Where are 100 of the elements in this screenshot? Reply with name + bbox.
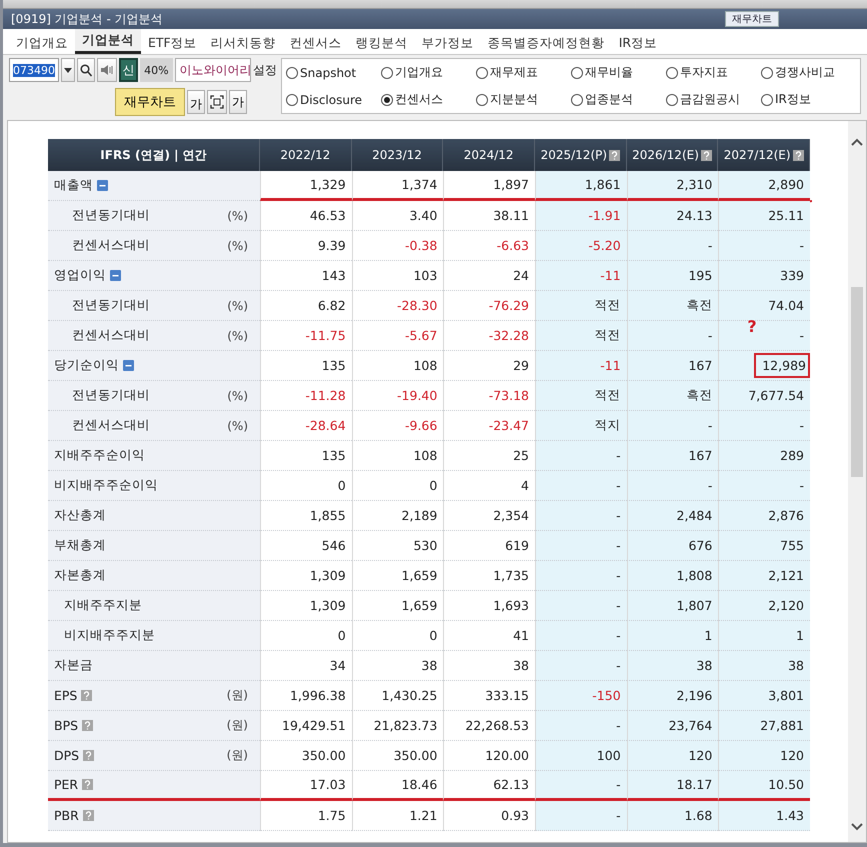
font-button[interactable]: 가 bbox=[187, 90, 205, 114]
collapse-icon[interactable] bbox=[123, 360, 134, 371]
unit-label: (%) bbox=[227, 238, 248, 252]
help-icon[interactable] bbox=[700, 150, 712, 160]
row-label: PER bbox=[54, 777, 78, 792]
value-text: 19,429.51 bbox=[282, 718, 346, 733]
tab[interactable]: 부가정보 bbox=[414, 32, 481, 54]
view-radio[interactable]: 업종분석 bbox=[571, 91, 666, 108]
value-text: - bbox=[799, 238, 804, 253]
value-text: 1 bbox=[704, 628, 712, 643]
value-text: -6.63 bbox=[496, 238, 529, 253]
value-text: - bbox=[616, 568, 621, 583]
view-radio[interactable]: Snapshot bbox=[286, 66, 381, 80]
column-header: 2024/12 bbox=[443, 139, 535, 171]
help-icon[interactable] bbox=[792, 150, 804, 160]
table-header: IFRS (연결) | 연간 bbox=[48, 139, 260, 171]
value-text: - bbox=[616, 718, 621, 733]
view-radio[interactable]: 컨센서스 bbox=[381, 91, 476, 108]
value-text: 흑전 bbox=[686, 387, 712, 404]
value-text: 1,855 bbox=[310, 508, 346, 523]
value-text: 350.00 bbox=[302, 748, 346, 763]
value-text: 120 bbox=[688, 748, 712, 763]
settings-label: 설정 bbox=[253, 62, 277, 78]
caret-icon bbox=[64, 68, 72, 72]
value-text: 1,659 bbox=[402, 598, 438, 613]
value-text: 1,735 bbox=[493, 568, 529, 583]
value-text: -11.75 bbox=[305, 328, 346, 343]
scroll-thumb[interactable] bbox=[851, 287, 863, 477]
frame-button[interactable] bbox=[207, 90, 227, 114]
value-text: 0 bbox=[429, 628, 438, 643]
collapse-icon[interactable] bbox=[97, 180, 108, 191]
scroll-up-icon[interactable] bbox=[851, 137, 863, 147]
window-title: [0919] 기업분석 - 기업분석 bbox=[11, 10, 164, 28]
code-field[interactable]: 073490 bbox=[9, 58, 60, 82]
value-text: 195 bbox=[688, 268, 712, 283]
row-label: 컨센서스대비 bbox=[72, 327, 150, 344]
value-text: 27,881 bbox=[760, 718, 804, 733]
highlighted-value: 12,989 bbox=[754, 353, 810, 378]
row-label: 비지배주주지분 bbox=[64, 627, 155, 644]
view-radio[interactable]: 재무제표 bbox=[476, 64, 571, 81]
margin-ratio: 40% bbox=[140, 58, 173, 82]
view-radio[interactable]: Disclosure bbox=[286, 92, 381, 106]
value-text: -11.28 bbox=[305, 388, 346, 403]
value-text: 339 bbox=[780, 268, 804, 283]
value-text: -11 bbox=[600, 268, 621, 283]
value-text: -76.29 bbox=[488, 298, 529, 313]
tab[interactable]: 랭킹분석 bbox=[348, 32, 415, 54]
font-size-button[interactable]: 가 bbox=[229, 90, 247, 114]
value-text: 10.50 bbox=[768, 777, 804, 792]
row-label: 전년동기대비 bbox=[72, 297, 150, 314]
tab[interactable]: 컨센서스 bbox=[282, 32, 349, 54]
value-text: 18.17 bbox=[676, 777, 712, 792]
value-text: - bbox=[708, 328, 712, 343]
value-text: 1.21 bbox=[409, 808, 438, 823]
value-text: 103 bbox=[413, 268, 438, 283]
tab[interactable]: ETF정보 bbox=[141, 32, 204, 54]
column-header: 2022/12 bbox=[260, 139, 352, 171]
scrollbar[interactable] bbox=[848, 121, 866, 842]
view-radio[interactable]: 투자지표 bbox=[666, 64, 761, 81]
value-text: - bbox=[616, 628, 621, 643]
search-button[interactable] bbox=[77, 58, 95, 82]
value-text: 0 bbox=[429, 478, 438, 493]
view-radio[interactable]: 재무비율 bbox=[571, 64, 666, 81]
value-text: 2,120 bbox=[768, 598, 804, 613]
value-text: 1.75 bbox=[318, 808, 346, 823]
view-radio[interactable]: 기업개요 bbox=[381, 64, 476, 81]
tab[interactable]: 기업개요 bbox=[9, 32, 75, 54]
row-label: DPS bbox=[54, 748, 80, 763]
view-radio[interactable]: 금감원공시 bbox=[666, 91, 761, 108]
view-radio[interactable]: 경쟁사비교 bbox=[761, 64, 856, 81]
question-annotation: ? bbox=[747, 317, 757, 336]
view-radio[interactable]: 지분분석 bbox=[476, 91, 571, 108]
row-label: BPS bbox=[54, 718, 78, 733]
collapse-icon[interactable] bbox=[110, 270, 121, 281]
value-text: 41 bbox=[513, 628, 529, 643]
value-text: 1,996.38 bbox=[290, 688, 346, 703]
view-radio[interactable]: IR정보 bbox=[761, 91, 856, 108]
column-header: 2026/12(E) bbox=[626, 139, 718, 171]
tab[interactable]: 종목별증자예정현황 bbox=[480, 32, 612, 54]
value-text: - bbox=[708, 478, 712, 493]
value-text: 619 bbox=[505, 538, 529, 553]
column-header: 2023/12 bbox=[352, 139, 444, 171]
value-text: -150 bbox=[592, 688, 621, 703]
tab[interactable]: 기업분석 bbox=[75, 29, 141, 54]
help-icon[interactable] bbox=[609, 150, 620, 160]
value-text: - bbox=[799, 328, 804, 343]
value-text: 38.11 bbox=[493, 208, 529, 223]
value-text: 9.39 bbox=[318, 238, 346, 253]
tab[interactable]: 리서치동향 bbox=[204, 32, 283, 54]
unit-label: (%) bbox=[227, 298, 248, 312]
chart-button[interactable]: 재무차트 bbox=[725, 11, 779, 27]
financial-chart-button[interactable]: 재무차트 bbox=[115, 88, 185, 116]
value-text: 108 bbox=[413, 358, 438, 373]
dropdown-button[interactable] bbox=[61, 58, 76, 82]
tab[interactable]: IR정보 bbox=[612, 32, 664, 54]
speaker-button[interactable] bbox=[96, 58, 118, 82]
row-label: 지배주주지분 bbox=[64, 597, 142, 614]
value-text: 4 bbox=[521, 478, 529, 493]
scroll-down-icon[interactable] bbox=[851, 822, 863, 832]
value-text: 46.53 bbox=[310, 208, 346, 223]
